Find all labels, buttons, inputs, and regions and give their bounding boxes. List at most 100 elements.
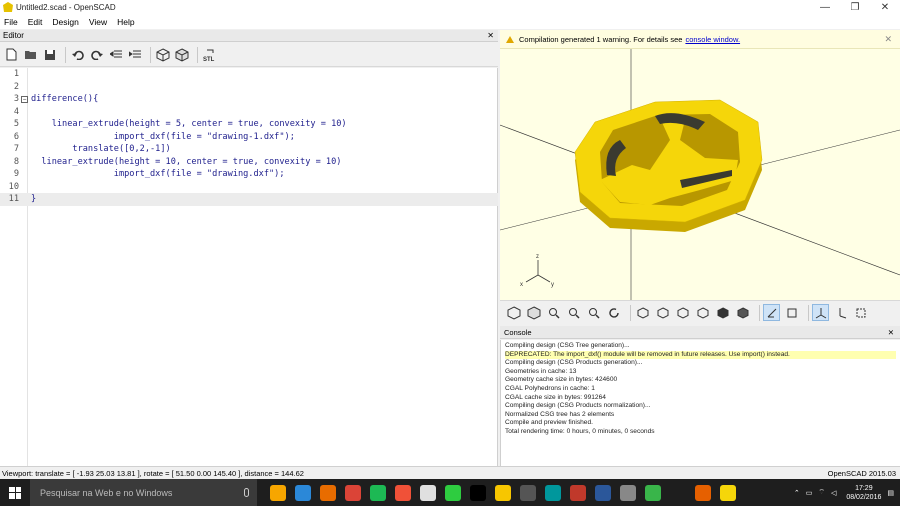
- code-line[interactable]: 9 import_dxf(file = "drawing.dxf");: [0, 168, 498, 181]
- menu-help[interactable]: Help: [117, 17, 134, 27]
- preview-icon[interactable]: [155, 47, 170, 62]
- open-file-icon[interactable]: [23, 47, 38, 62]
- console-output[interactable]: Compiling design (CSG Tree generation)..…: [500, 340, 900, 466]
- taskbar-app-icon[interactable]: [694, 484, 711, 501]
- taskbar-app-icon[interactable]: [494, 484, 511, 501]
- taskbar-app-icon[interactable]: [394, 484, 411, 501]
- taskbar-app-icon[interactable]: [269, 484, 286, 501]
- menu-design[interactable]: Design: [52, 17, 78, 27]
- code-line[interactable]: 2: [0, 81, 498, 94]
- taskbar-app-icon[interactable]: [594, 484, 611, 501]
- zoom-out-icon[interactable]: [586, 305, 601, 320]
- toolbar-separator: [197, 46, 198, 63]
- taskbar-app-list: [265, 484, 740, 501]
- export-stl-icon[interactable]: STL: [202, 47, 217, 62]
- toolbar-separator: [65, 46, 66, 63]
- code-line[interactable]: 4: [0, 106, 498, 119]
- redo-icon[interactable]: [89, 47, 104, 62]
- indent-icon[interactable]: [127, 47, 142, 62]
- view-top-icon[interactable]: [655, 305, 670, 320]
- warning-close-icon[interactable]: ✕: [884, 34, 892, 45]
- view-back-icon[interactable]: [735, 305, 750, 320]
- taskbar-search-box[interactable]: Pesquisar na Web e no Windows: [30, 479, 257, 506]
- undo-icon[interactable]: [70, 47, 85, 62]
- line-number: 1: [13, 69, 19, 79]
- code-editor[interactable]: 1 2 3− difference(){ 4 5 linear_extrude(h…: [0, 68, 498, 466]
- perspective-icon[interactable]: [763, 304, 780, 321]
- clock[interactable]: 17:29 08/02/2016: [846, 484, 881, 502]
- code-line-current[interactable]: 11}: [0, 193, 498, 206]
- taskbar-app-icon[interactable]: [419, 484, 436, 501]
- unindent-icon[interactable]: [108, 47, 123, 62]
- code-line[interactable]: 8 linear_extrude(height = 10, center = t…: [0, 156, 498, 169]
- taskbar-app-icon[interactable]: [719, 484, 736, 501]
- taskbar-app-icon[interactable]: [319, 484, 336, 501]
- svg-text:z: z: [536, 254, 539, 260]
- editor-toolbar: STL: [0, 43, 498, 67]
- show-axes-icon[interactable]: [812, 304, 829, 321]
- microphone-icon[interactable]: [244, 488, 249, 497]
- view-front-icon[interactable]: [715, 305, 730, 320]
- console-window-link[interactable]: console window.: [685, 35, 740, 44]
- notification-icon[interactable]: ▤: [887, 489, 894, 497]
- windows-taskbar: Pesquisar na Web e no Windows ⌃ ▭ ⌔ ◁ 17…: [0, 479, 900, 506]
- reset-view-icon[interactable]: [606, 305, 621, 320]
- show-edges-icon[interactable]: [853, 305, 868, 320]
- maximize-button[interactable]: ❐: [840, 0, 870, 14]
- taskbar-app-icon[interactable]: [469, 484, 486, 501]
- taskbar-app-icon[interactable]: [644, 484, 661, 501]
- new-file-icon[interactable]: [4, 47, 19, 62]
- orthogonal-icon[interactable]: [784, 305, 799, 320]
- view-right-icon[interactable]: [635, 305, 650, 320]
- clock-date: 08/02/2016: [846, 493, 882, 501]
- openscad-app-icon: [3, 2, 13, 12]
- start-button[interactable]: [0, 479, 30, 506]
- minimize-button[interactable]: —: [810, 0, 840, 14]
- line-number: 4: [13, 106, 19, 117]
- close-button[interactable]: ✕: [870, 0, 900, 14]
- taskbar-app-icon[interactable]: [369, 484, 386, 501]
- line-number: 11: [8, 194, 19, 204]
- view-all-icon[interactable]: [546, 305, 561, 320]
- save-file-icon[interactable]: [42, 47, 57, 62]
- fold-collapse-icon[interactable]: −: [21, 96, 28, 103]
- preview-icon[interactable]: [506, 305, 521, 320]
- 3d-viewport[interactable]: z x y: [499, 30, 900, 300]
- tray-chevron-icon[interactable]: ⌃: [794, 489, 800, 497]
- taskbar-app-icon[interactable]: [444, 484, 461, 501]
- menu-edit[interactable]: Edit: [28, 17, 43, 27]
- code-text: }: [31, 194, 37, 204]
- network-icon[interactable]: ⌔: [818, 488, 825, 497]
- menu-file[interactable]: File: [4, 17, 18, 27]
- toolbar-separator: [808, 304, 809, 321]
- taskbar-app-icon[interactable]: [669, 484, 686, 501]
- taskbar-app-icon[interactable]: [294, 484, 311, 501]
- code-line[interactable]: 1: [0, 68, 498, 81]
- taskbar-app-icon[interactable]: [569, 484, 586, 501]
- taskbar-app-icon[interactable]: [519, 484, 536, 501]
- editor-close-icon[interactable]: ✕: [487, 31, 494, 40]
- menu-view[interactable]: View: [89, 17, 107, 27]
- code-line[interactable]: 7 translate([0,2,-1]): [0, 143, 498, 156]
- render-icon[interactable]: [174, 47, 189, 62]
- taskbar-app-icon[interactable]: [619, 484, 636, 501]
- taskbar-app-icon[interactable]: [344, 484, 361, 501]
- compile-warning-bar: Compilation generated 1 warning. For det…: [500, 30, 900, 49]
- code-line[interactable]: 6 import_dxf(file = "drawing-1.dxf");: [0, 131, 498, 144]
- line-number: 2: [13, 81, 19, 92]
- console-message: CGAL cache size in bytes: 991264: [505, 393, 606, 401]
- zoom-in-icon[interactable]: [566, 305, 581, 320]
- view-left-icon[interactable]: [695, 305, 710, 320]
- volume-icon[interactable]: ◁: [831, 489, 836, 497]
- view-bottom-icon[interactable]: [675, 305, 690, 320]
- console-close-icon[interactable]: ✕: [888, 328, 894, 337]
- code-line[interactable]: 5 linear_extrude(height = 5, center = tr…: [0, 118, 498, 131]
- toolbar-separator: [759, 304, 760, 321]
- console-message: Normalized CSG tree has 2 elements: [505, 410, 615, 418]
- render-icon[interactable]: [526, 305, 541, 320]
- taskbar-app-icon[interactable]: [544, 484, 561, 501]
- battery-icon[interactable]: ▭: [806, 489, 813, 497]
- show-scale-markers-icon[interactable]: [833, 305, 848, 320]
- code-line[interactable]: 3− difference(){: [0, 93, 498, 106]
- code-line[interactable]: 10: [0, 181, 498, 194]
